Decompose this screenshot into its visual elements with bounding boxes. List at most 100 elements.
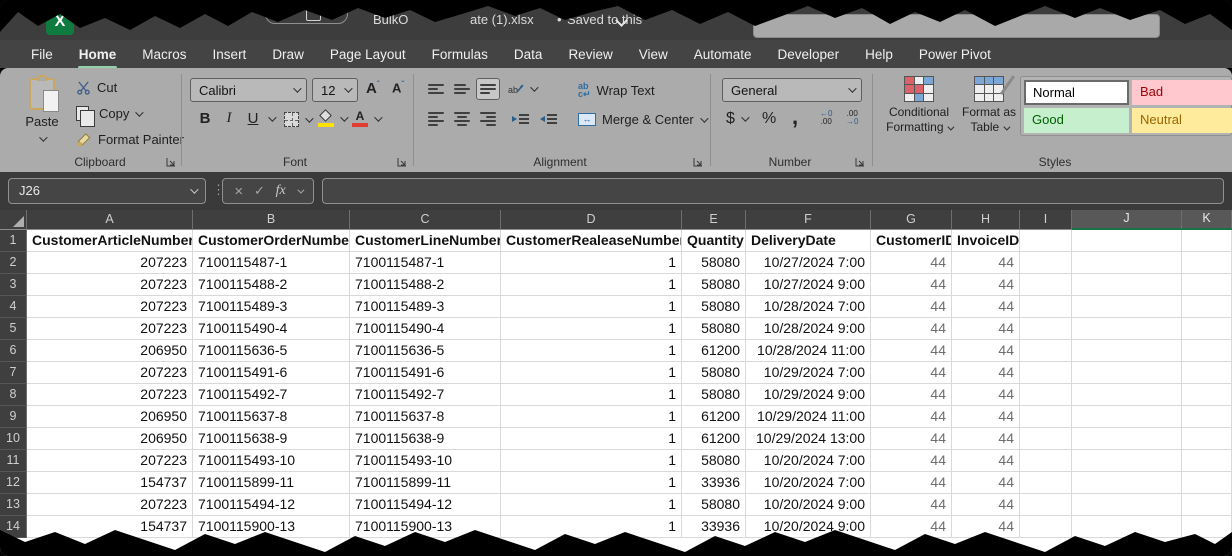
cell-H11[interactable]: 44 <box>952 450 1020 472</box>
cell-B4[interactable]: 7100115489-3 <box>193 296 350 318</box>
format-painter-button[interactable]: Format Painter <box>76 132 184 147</box>
underline-button[interactable]: U <box>244 110 274 127</box>
cell-B2[interactable]: 7100115487-1 <box>193 252 350 274</box>
increase-indent-button[interactable] <box>536 108 560 130</box>
cell-J13[interactable] <box>1072 494 1182 516</box>
cell-style-neutral[interactable]: Neutral <box>1132 108 1232 133</box>
row-header-9[interactable]: 9 <box>0 406 27 428</box>
font-color-button[interactable]: A <box>352 111 380 127</box>
cell-B3[interactable]: 7100115488-2 <box>193 274 350 296</box>
fill-color-button[interactable] <box>318 111 346 127</box>
cell-A9[interactable]: 206950 <box>27 406 193 428</box>
column-header-J[interactable]: J <box>1072 210 1182 230</box>
cell-E6[interactable]: 61200 <box>682 340 746 362</box>
cell-I13[interactable] <box>1020 494 1072 516</box>
alignment-dialog-launcher[interactable] <box>693 157 704 168</box>
column-header-H[interactable]: H <box>952 210 1020 230</box>
cell-I6[interactable] <box>1020 340 1072 362</box>
cell-K8[interactable] <box>1182 384 1232 406</box>
cell-K10[interactable] <box>1182 428 1232 450</box>
font-dialog-launcher[interactable] <box>397 157 408 168</box>
cell-I5[interactable] <box>1020 318 1072 340</box>
cell-G4[interactable]: 44 <box>871 296 952 318</box>
column-header-B[interactable]: B <box>193 210 350 230</box>
enter-button[interactable]: ✓ <box>254 183 265 199</box>
align-top-button[interactable] <box>424 78 448 100</box>
cell-A7[interactable]: 207223 <box>27 362 193 384</box>
row-header-13[interactable]: 13 <box>0 494 27 516</box>
cell-B5[interactable]: 7100115490-4 <box>193 318 350 340</box>
column-header-A[interactable]: A <box>27 210 193 230</box>
orientation-button[interactable]: ab <box>508 82 536 96</box>
chevron-down-icon[interactable] <box>190 185 198 193</box>
name-box[interactable]: J26 <box>8 178 206 204</box>
column-header-D[interactable]: D <box>501 210 682 230</box>
borders-button[interactable] <box>284 112 311 127</box>
cell-H3[interactable]: 44 <box>952 274 1020 296</box>
cell-F3[interactable]: 10/27/2024 9:00 <box>746 274 871 296</box>
cell-F10[interactable]: 10/29/2024 13:00 <box>746 428 871 450</box>
cell-F5[interactable]: 10/28/2024 9:00 <box>746 318 871 340</box>
cell-J12[interactable] <box>1072 472 1182 494</box>
cell-K3[interactable] <box>1182 274 1232 296</box>
cell-J2[interactable] <box>1072 252 1182 274</box>
cell-J14[interactable] <box>1072 516 1182 538</box>
cell-D6[interactable]: 1 <box>501 340 682 362</box>
cell-I9[interactable] <box>1020 406 1072 428</box>
cell-B7[interactable]: 7100115491-6 <box>193 362 350 384</box>
cell-I7[interactable] <box>1020 362 1072 384</box>
increase-decimal-button[interactable]: ←0.00 <box>820 110 832 126</box>
cell-A8[interactable]: 207223 <box>27 384 193 406</box>
column-header-K[interactable]: K <box>1182 210 1232 230</box>
cell-D7[interactable]: 1 <box>501 362 682 384</box>
cell-B8[interactable]: 7100115492-7 <box>193 384 350 406</box>
cell-J3[interactable] <box>1072 274 1182 296</box>
cell-F9[interactable]: 10/29/2024 11:00 <box>746 406 871 428</box>
cell-F6[interactable]: 10/28/2024 11:00 <box>746 340 871 362</box>
cell-G5[interactable]: 44 <box>871 318 952 340</box>
cell-G7[interactable]: 44 <box>871 362 952 384</box>
cell-J9[interactable] <box>1072 406 1182 428</box>
cell-C6[interactable]: 7100115636-5 <box>350 340 501 362</box>
cell-F13[interactable]: 10/20/2024 9:00 <box>746 494 871 516</box>
cell-E10[interactable]: 61200 <box>682 428 746 450</box>
cancel-button[interactable]: × <box>234 183 243 200</box>
cell-E11[interactable]: 58080 <box>682 450 746 472</box>
cell-B13[interactable]: 7100115494-12 <box>193 494 350 516</box>
cell-D11[interactable]: 1 <box>501 450 682 472</box>
cell-H10[interactable]: 44 <box>952 428 1020 450</box>
cell-J1[interactable] <box>1072 230 1182 252</box>
formula-input[interactable] <box>322 178 1224 204</box>
cell-D9[interactable]: 1 <box>501 406 682 428</box>
cell-F14[interactable]: 10/20/2024 9:00 <box>746 516 871 538</box>
column-header-G[interactable]: G <box>871 210 952 230</box>
cell-E1[interactable]: Quantity <box>682 230 746 252</box>
cell-F11[interactable]: 10/20/2024 7:00 <box>746 450 871 472</box>
cell-B10[interactable]: 7100115638-9 <box>193 428 350 450</box>
decrease-indent-button[interactable] <box>508 108 532 130</box>
cell-K2[interactable] <box>1182 252 1232 274</box>
cell-B1[interactable]: CustomerOrderNumber <box>193 230 350 252</box>
align-center-button[interactable] <box>450 108 474 130</box>
cell-A5[interactable]: 207223 <box>27 318 193 340</box>
cell-I4[interactable] <box>1020 296 1072 318</box>
cell-G10[interactable]: 44 <box>871 428 952 450</box>
cell-E14[interactable]: 33936 <box>682 516 746 538</box>
cell-B12[interactable]: 7100115899-11 <box>193 472 350 494</box>
cell-J8[interactable] <box>1072 384 1182 406</box>
search-input[interactable] <box>753 14 1160 38</box>
ribbon-tab-page-layout[interactable]: Page Layout <box>317 42 419 67</box>
cell-B9[interactable]: 7100115637-8 <box>193 406 350 428</box>
cell-J4[interactable] <box>1072 296 1182 318</box>
cell-D14[interactable]: 1 <box>501 516 682 538</box>
cell-D1[interactable]: CustomerRealeaseNumber <box>501 230 682 252</box>
row-header-1[interactable]: 1 <box>0 230 27 252</box>
ribbon-tab-data[interactable]: Data <box>501 42 556 67</box>
cell-F12[interactable]: 10/20/2024 7:00 <box>746 472 871 494</box>
cell-D2[interactable]: 1 <box>501 252 682 274</box>
cell-F7[interactable]: 10/29/2024 7:00 <box>746 362 871 384</box>
cell-J10[interactable] <box>1072 428 1182 450</box>
cell-E5[interactable]: 58080 <box>682 318 746 340</box>
align-right-button[interactable] <box>476 108 500 130</box>
cell-A3[interactable]: 207223 <box>27 274 193 296</box>
